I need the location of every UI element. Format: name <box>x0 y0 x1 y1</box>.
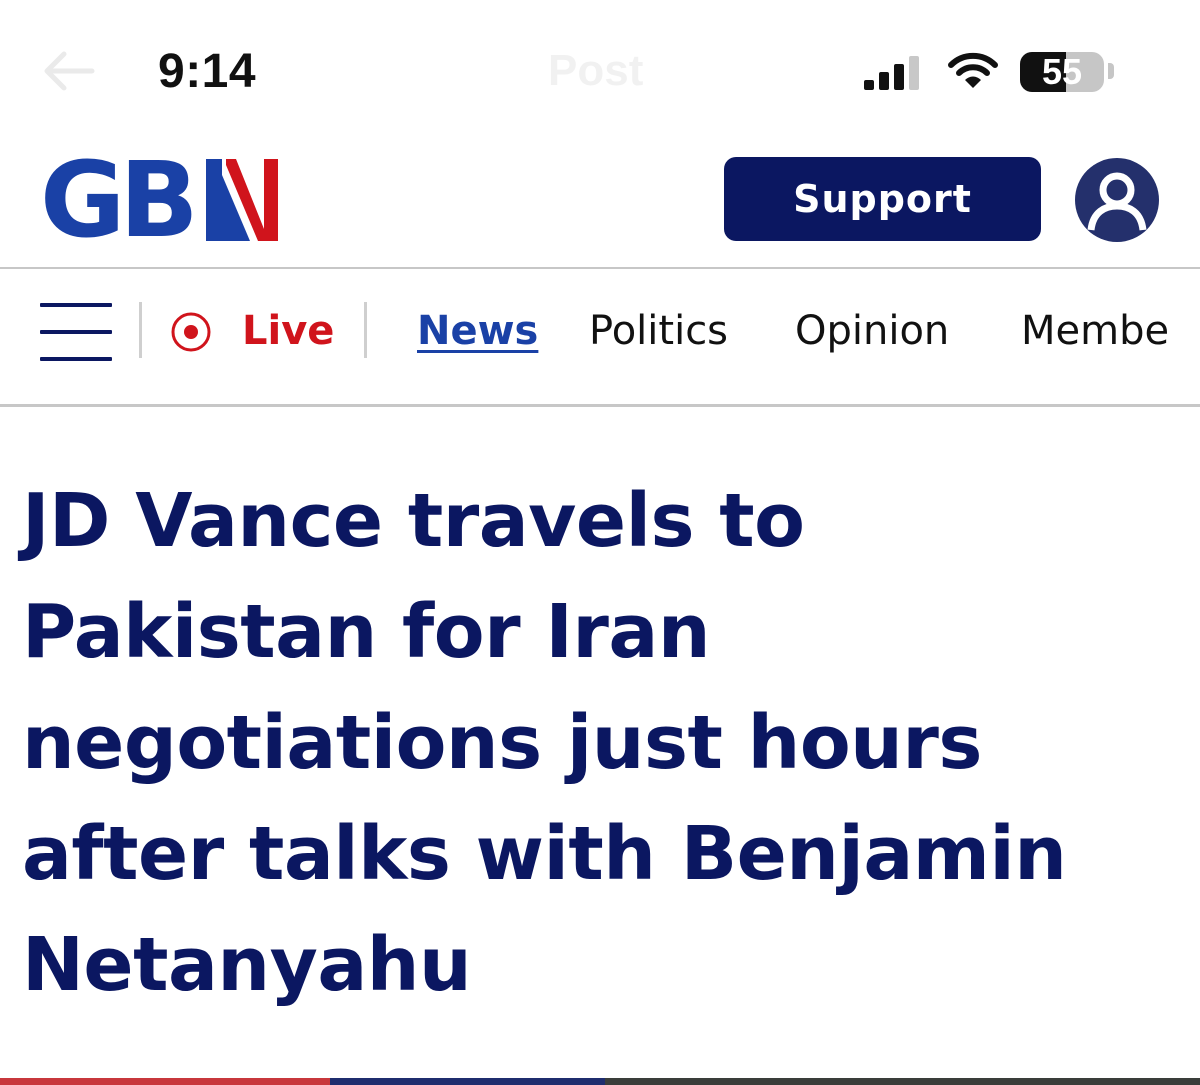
article-headline: JD Vance travels to Pakistan for Iran ne… <box>22 466 1182 1021</box>
menu-line <box>40 357 112 361</box>
nav-divider <box>364 302 367 358</box>
headline-line: negotiations just hours <box>22 700 982 786</box>
headline-line: Pakistan for Iran <box>22 589 711 675</box>
menu-line <box>40 330 112 334</box>
battery-cap <box>1108 63 1114 79</box>
nav-item-news[interactable]: News <box>417 305 538 357</box>
battery-icon: 55 <box>1020 52 1104 92</box>
status-time: 9:14 <box>158 45 257 98</box>
wifi-icon <box>948 52 998 88</box>
live-label: Live <box>242 308 335 354</box>
cellular-signal-icon <box>864 56 919 90</box>
site-header: GB Support <box>0 130 1200 268</box>
logo-n-flag-mark <box>206 159 278 241</box>
headline-line: JD Vance travels to <box>22 478 805 564</box>
menu-line <box>40 303 112 307</box>
nav-item-politics[interactable]: Politics <box>589 305 728 357</box>
image-strip-segment <box>0 1078 330 1085</box>
section-nav: Live News Politics Opinion Membe <box>0 269 1200 404</box>
user-avatar-icon[interactable] <box>1075 158 1159 242</box>
battery-level: 55 <box>1041 52 1083 92</box>
back-arrow-icon[interactable] <box>40 48 96 94</box>
faint-post-title: Post <box>548 46 644 95</box>
nav-divider <box>139 302 142 358</box>
nav-item-opinion[interactable]: Opinion <box>795 305 949 357</box>
headline-line: Netanyahu <box>22 922 472 1008</box>
image-strip-segment <box>605 1078 1200 1085</box>
nav-divider-bottom <box>0 404 1200 407</box>
status-bar: 9:14 Post 55 <box>0 0 1200 130</box>
logo-wordmark: GB <box>40 139 199 261</box>
article-image-edge <box>0 1078 1200 1085</box>
support-button[interactable]: Support <box>724 157 1041 241</box>
nav-item-members[interactable]: Membe <box>1021 305 1169 357</box>
image-strip-segment <box>330 1078 605 1085</box>
live-record-icon <box>171 312 211 352</box>
hamburger-menu-icon[interactable] <box>40 303 112 361</box>
headline-line: after talks with Benjamin <box>22 811 1067 897</box>
user-silhouette <box>1087 172 1147 231</box>
